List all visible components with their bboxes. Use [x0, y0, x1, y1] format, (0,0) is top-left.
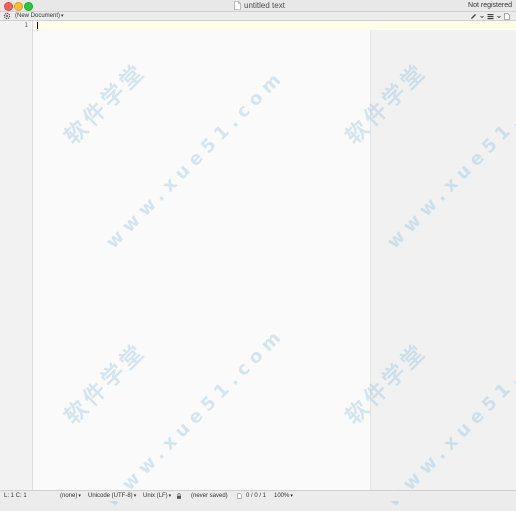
text-editor-area[interactable]	[33, 21, 370, 490]
pencil-icon[interactable]	[470, 13, 477, 20]
gear-icon[interactable]	[3, 12, 11, 20]
line-number: 1	[24, 22, 28, 29]
lock-icon[interactable]	[176, 493, 182, 499]
minimize-window-button[interactable]	[14, 2, 23, 11]
window-title: untitled text	[244, 1, 285, 10]
chevron-down-icon[interactable]	[497, 13, 501, 20]
zoom-window-button[interactable]	[24, 2, 33, 11]
symbols-menu-icon[interactable]	[487, 13, 494, 20]
document-icon	[237, 493, 242, 499]
text-caret	[37, 22, 38, 29]
chevron-down-icon[interactable]	[480, 13, 484, 20]
toolbar-right-group	[470, 12, 510, 20]
navigation-bar: (New Document)	[0, 12, 516, 21]
status-bar: L: 1 C: 1 (none) Unicode (UTF-8) Unix (L…	[0, 490, 516, 501]
line-number-gutter: 1	[0, 21, 33, 490]
current-line-highlight	[33, 21, 516, 30]
title-bar: untitled text Not registered	[0, 0, 516, 12]
document-icon[interactable]	[504, 12, 510, 20]
registration-status[interactable]: Not registered	[468, 0, 512, 11]
close-window-button[interactable]	[4, 2, 13, 11]
page-guide-region[interactable]	[370, 21, 516, 490]
document-proxy-icon[interactable]	[234, 1, 241, 10]
document-selector[interactable]: (New Document)	[15, 12, 64, 20]
